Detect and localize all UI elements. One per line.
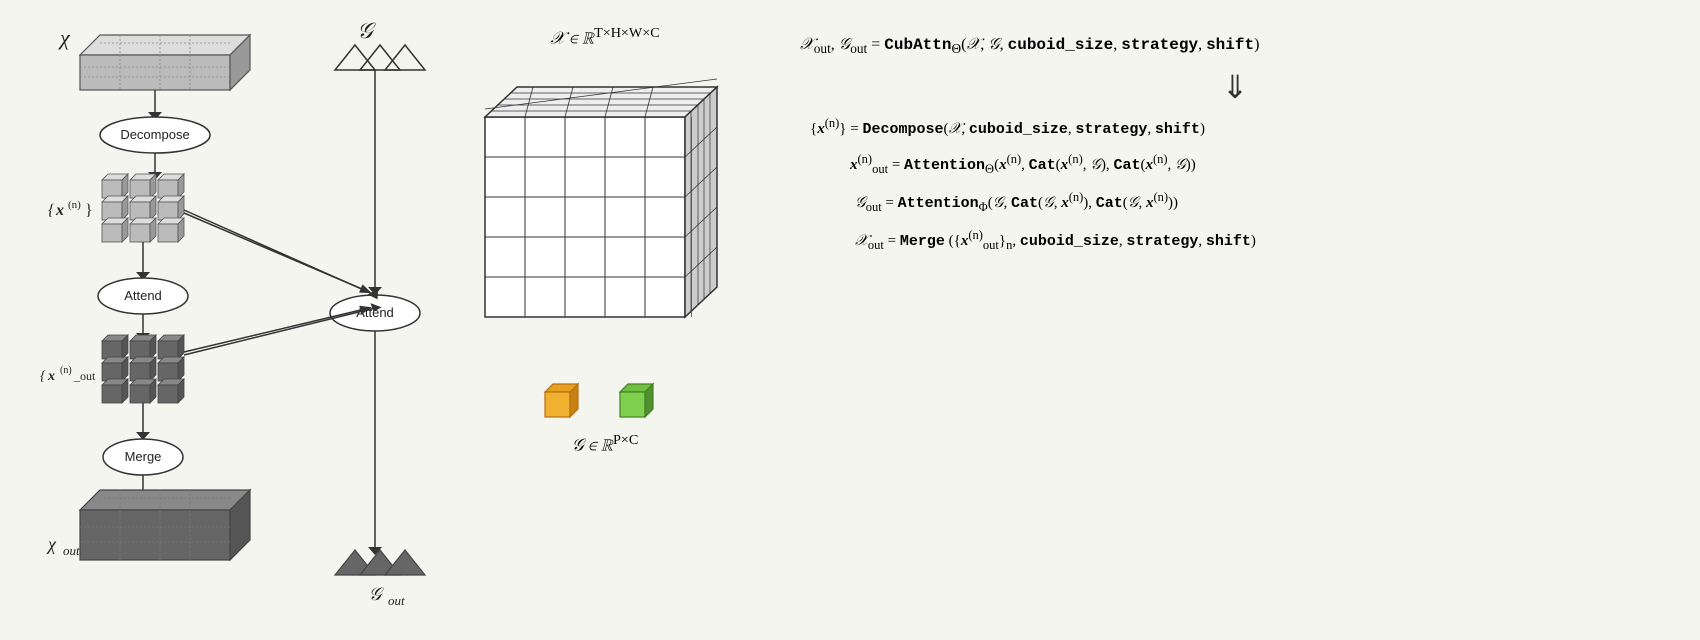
svg-text:{: { <box>48 202 55 219</box>
svg-text:{: { <box>40 369 46 384</box>
center-cube-grid <box>465 57 745 367</box>
svg-text:χ: χ <box>58 25 71 50</box>
equation-decompose: {x(n)} = Decompose(𝒳, cuboid_size, strat… <box>800 112 1670 145</box>
center-formula-top: 𝒳 ∈ ℝT×H×W×C <box>550 25 659 49</box>
main-container: χ Decompose <box>0 0 1700 640</box>
yellow-cube <box>540 372 595 427</box>
svg-text:Merge: Merge <box>125 449 162 464</box>
svg-text:χ: χ <box>46 534 57 554</box>
left-panel: χ Decompose <box>30 20 290 620</box>
svg-text:x: x <box>47 369 55 384</box>
svg-text:Decompose: Decompose <box>120 127 189 142</box>
equation-x-attention: x(n)out = AttentionΘ(x(n), Cat(x(n), 𝒢),… <box>800 148 1670 182</box>
middle-flow-diagram: 𝒢 Attend 𝒢 out <box>310 20 430 620</box>
center-formula-bottom: 𝒢 ∈ ℝP×C <box>572 432 639 456</box>
svg-text:𝒢: 𝒢 <box>369 584 385 604</box>
svg-text:Attend: Attend <box>356 305 394 320</box>
equation-main: 𝒳out, 𝒢out = CubAttnΘ(𝒳, 𝒢, cuboid_size,… <box>800 30 1670 62</box>
svg-text:_out: _out <box>73 369 96 383</box>
middle-left-panel: 𝒢 Attend 𝒢 out <box>310 20 430 620</box>
equation-g-attention: 𝒢out = AttentionΦ(𝒢, Cat(𝒢, x(n)), Cat(𝒢… <box>800 186 1670 220</box>
svg-text:(n): (n) <box>68 199 81 211</box>
svg-text:out: out <box>63 543 80 558</box>
equations: 𝒳out, 𝒢out = CubAttnΘ(𝒳, 𝒢, cuboid_size,… <box>800 30 1670 257</box>
svg-text:(n): (n) <box>60 365 72 376</box>
right-panel: 𝒳out, 𝒢out = CubAttnΘ(𝒳, 𝒢, cuboid_size,… <box>780 20 1670 620</box>
legend-area <box>540 372 670 427</box>
equation-merge: 𝒳out = Merge ({x(n)out}n, cuboid_size, s… <box>800 224 1670 258</box>
svg-text:Attend: Attend <box>124 288 162 303</box>
svg-text:x: x <box>55 202 64 219</box>
center-panel: 𝒳 ∈ ℝT×H×W×C <box>450 20 760 620</box>
left-flow-diagram: χ Decompose <box>30 20 290 620</box>
big-arrow: ⇓ <box>800 68 1670 106</box>
green-cube <box>615 372 670 427</box>
svg-text:𝒢: 𝒢 <box>357 20 376 43</box>
svg-text:out: out <box>388 593 405 608</box>
svg-text:}: } <box>85 202 93 219</box>
